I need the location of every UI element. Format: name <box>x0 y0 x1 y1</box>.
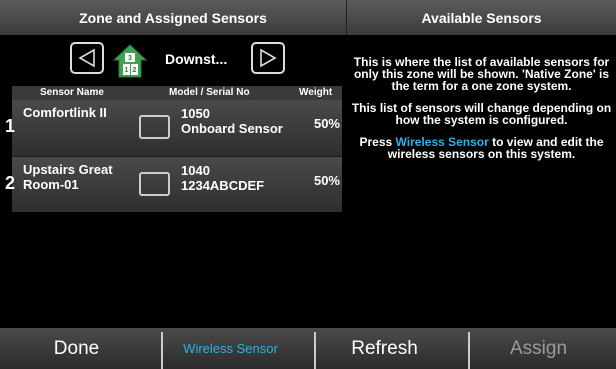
sensor-name: Upstairs Great Room-01 <box>23 162 113 192</box>
house-zones-icon: 3 1 2 <box>112 44 148 78</box>
sensor-serial: 1234ABCDEF <box>181 178 265 193</box>
triangle-left-icon <box>78 48 95 68</box>
info-paragraph-zone: This is where the list of available sens… <box>353 55 610 93</box>
column-model-serial: Model / Serial No <box>169 87 250 98</box>
column-sensor-name: Sensor Name <box>40 87 104 98</box>
zone-sensors-header: Zone and Assigned Sensors <box>0 0 347 35</box>
sensor-serial: Onboard Sensor <box>181 121 283 136</box>
info-paragraph-wireless: Press Wireless Sensor to view and edit t… <box>347 136 616 160</box>
previous-zone-button[interactable] <box>70 42 104 74</box>
footer-toolbar: Done Wireless Sensor Refresh Assign <box>0 328 616 369</box>
svg-text:1: 1 <box>125 67 129 74</box>
row-number: 1 <box>5 116 16 136</box>
sensor-name: Comfortlink II <box>23 105 107 120</box>
sensor-weight: 50% <box>313 116 340 131</box>
thermostat-sensor-icon <box>139 172 170 196</box>
svg-text:3: 3 <box>128 55 132 62</box>
column-weight: Weight <box>299 87 333 98</box>
assign-button[interactable]: Assign <box>462 328 615 369</box>
sensor-table-header: Sensor Name Model / Serial No Weight <box>12 86 342 100</box>
info-paragraph-config: This list of sensors will change dependi… <box>351 101 612 127</box>
zone-navigator: 3 1 2 Downst... <box>70 42 290 80</box>
sensor-row[interactable]: 1 Comfortlink II 1050 Onboard Sensor 50% <box>5 100 342 156</box>
available-sensors-header: Available Sensors <box>347 0 616 35</box>
done-button[interactable]: Done <box>0 328 153 369</box>
sensor-model-serial: 1050 Onboard Sensor <box>181 106 283 136</box>
available-sensors-info: This is where the list of available sens… <box>347 56 616 170</box>
zone-name: Downst... <box>165 51 228 67</box>
sensor-row[interactable]: 2 Upstairs Great Room-01 1040 1234ABCDEF… <box>5 156 342 212</box>
wireless-sensor-button[interactable]: Wireless Sensor <box>154 328 307 369</box>
sensor-model: 1040 <box>181 163 210 178</box>
row-number: 2 <box>5 173 16 193</box>
next-zone-button[interactable] <box>251 42 285 74</box>
refresh-button[interactable]: Refresh <box>308 328 461 369</box>
sensor-model: 1050 <box>181 106 210 121</box>
sensor-weight: 50% <box>313 173 340 188</box>
svg-text:2: 2 <box>133 67 137 74</box>
sensor-model-serial: 1040 1234ABCDEF <box>181 163 264 193</box>
triangle-right-icon <box>260 48 277 68</box>
thermostat-sensor-icon <box>139 115 170 139</box>
